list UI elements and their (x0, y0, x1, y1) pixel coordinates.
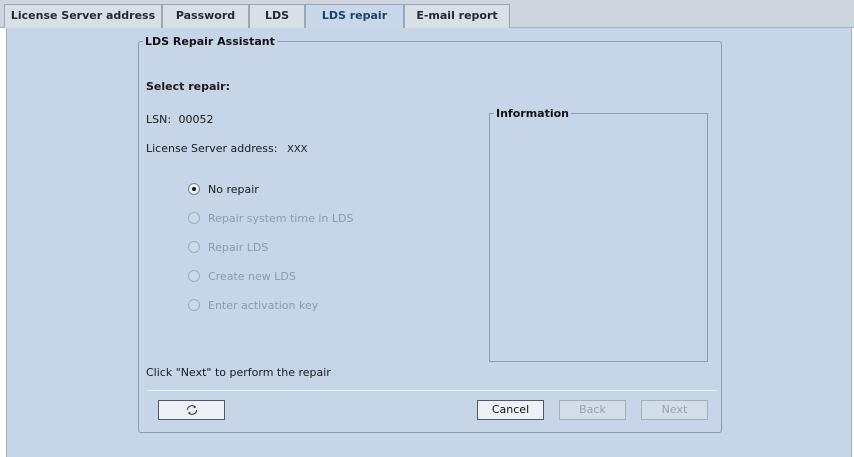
radio-button[interactable] (188, 241, 200, 253)
lsn-value: 00052 (178, 113, 214, 126)
lsn-label: LSN: (146, 113, 172, 126)
select-repair-heading: Select repair: (146, 80, 230, 93)
next-hint-text: Click "Next" to perform the repair (146, 366, 331, 379)
radio-button[interactable] (188, 270, 200, 282)
radio-label: No repair (208, 182, 259, 196)
radio-button-selected[interactable] (188, 183, 200, 195)
radio-label: Create new LDS (208, 269, 296, 283)
tab-lds[interactable]: LDS (249, 4, 305, 28)
radio-label: Enter activation key (208, 298, 319, 312)
radio-repair-system-time[interactable]: Repair system time in LDS (188, 210, 353, 226)
lsn-row: LSN: 00052 (146, 113, 214, 126)
server-address-value: XXX (286, 144, 308, 155)
radio-create-new-lds[interactable]: Create new LDS (188, 268, 296, 284)
radio-button[interactable] (188, 212, 200, 224)
back-button[interactable]: Back (559, 400, 626, 420)
tab-bar: License Server address Password LDS LDS … (0, 0, 854, 29)
radio-enter-activation-key[interactable]: Enter activation key (188, 297, 318, 313)
cancel-button[interactable]: Cancel (477, 400, 544, 420)
tab-license-server-address[interactable]: License Server address (4, 4, 162, 28)
server-address-label: License Server address: (146, 142, 278, 155)
refresh-icon (186, 405, 197, 415)
tab-email-report[interactable]: E-mail report (404, 4, 510, 28)
tab-password[interactable]: Password (162, 4, 249, 28)
radio-label: Repair LDS (208, 240, 269, 254)
radio-repair-lds[interactable]: Repair LDS (188, 239, 268, 255)
server-address-row: License Server address: XXX (146, 142, 308, 155)
information-legend: Information (496, 107, 569, 120)
radio-button[interactable] (188, 299, 200, 311)
refresh-button[interactable] (158, 400, 225, 420)
information-group: Information (489, 107, 708, 362)
assistant-legend: LDS Repair Assistant (145, 35, 275, 48)
radio-label: Repair system time in LDS (208, 211, 354, 225)
divider (146, 390, 718, 391)
tab-lds-repair[interactable]: LDS repair (305, 4, 404, 29)
next-button[interactable]: Next (641, 400, 708, 420)
radio-no-repair[interactable]: No repair (188, 181, 259, 197)
